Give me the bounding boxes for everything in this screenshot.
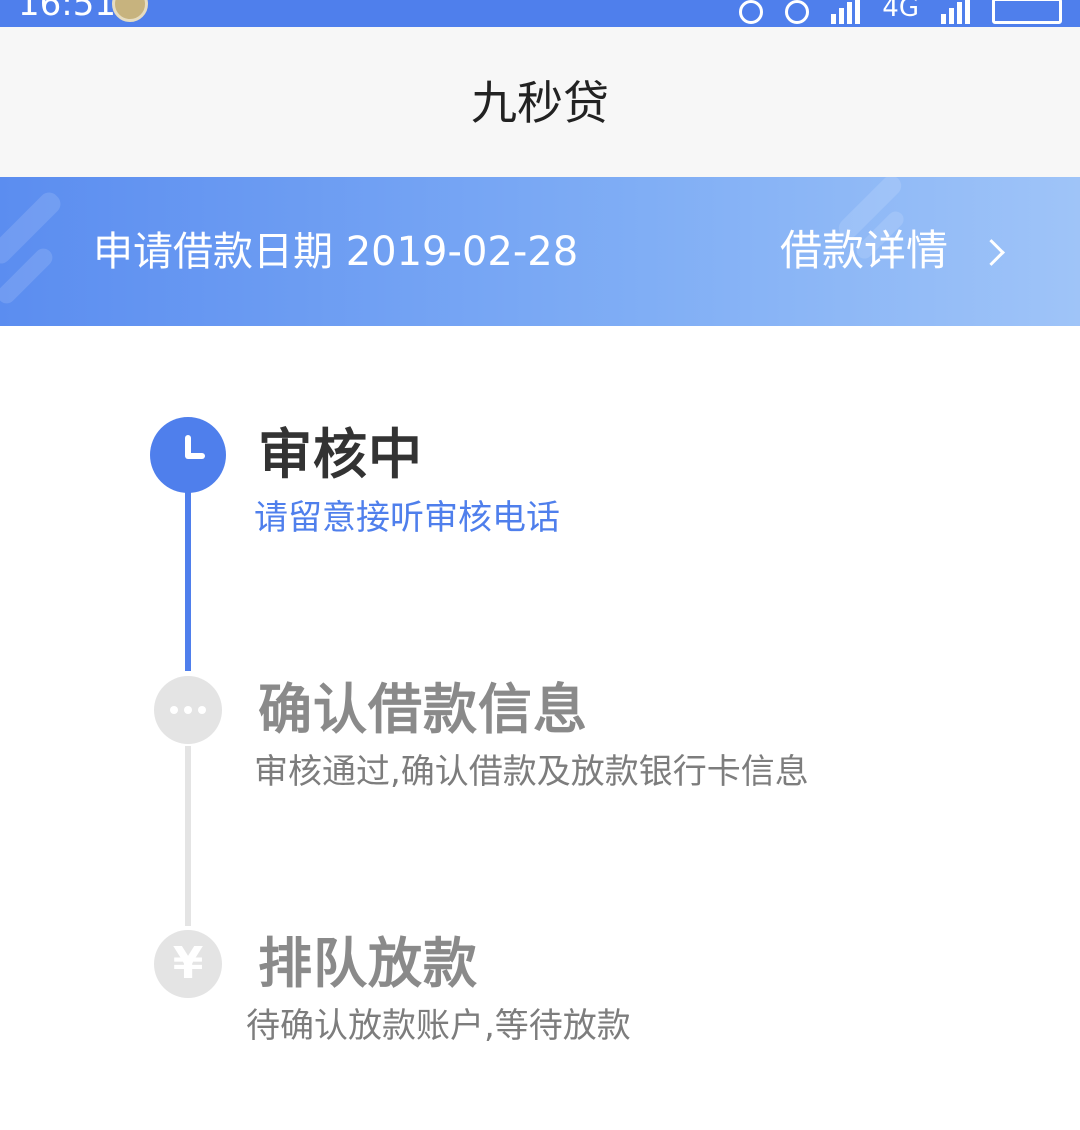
step-desc-reviewing: 请留意接听审核电话	[254, 498, 560, 538]
network-type: 4G	[882, 0, 919, 23]
chevron-right-icon	[978, 238, 1005, 266]
notification-app-icon	[112, 0, 148, 22]
step-desc-confirm: 审核通过,确认借款及放款银行卡信息	[254, 752, 809, 792]
loan-details-link[interactable]: 借款详情	[780, 223, 1005, 279]
timeline-line-active	[185, 486, 191, 671]
progress-timeline: 审核中 请留意接听审核电话 确认借款信息 审核通过,确认借款及放款银行卡信息 ¥…	[0, 326, 1080, 1130]
clock-icon	[150, 417, 226, 493]
nav-bar: 九秒贷	[0, 27, 1080, 177]
signal-icon-2	[941, 0, 970, 24]
status-time: 16:51	[18, 0, 116, 24]
more-dots-icon	[154, 676, 222, 744]
status-icons: 4G	[739, 0, 1062, 24]
loan-details-label: 借款详情	[780, 226, 949, 275]
clock-status-icon	[785, 0, 810, 24]
loan-date-banner: 申请借款日期 2019-02-28 借款详情	[0, 177, 1080, 326]
loan-apply-date: 申请借款日期 2019-02-28	[93, 229, 579, 275]
alarm-icon	[739, 0, 764, 24]
step-title-reviewing: 审核中	[258, 423, 423, 486]
page-title: 九秒贷	[471, 76, 609, 130]
signal-icon	[831, 0, 861, 24]
step-title-confirm: 确认借款信息	[258, 678, 588, 741]
step-desc-disburse: 待确认放款账户,等待放款	[246, 1006, 631, 1046]
status-bar: 16:51 4G	[0, 0, 1080, 27]
battery-icon	[992, 0, 1062, 24]
step-title-disburse: 排队放款	[258, 932, 478, 995]
yen-icon: ¥	[154, 930, 222, 998]
timeline-line-pending	[185, 746, 191, 926]
